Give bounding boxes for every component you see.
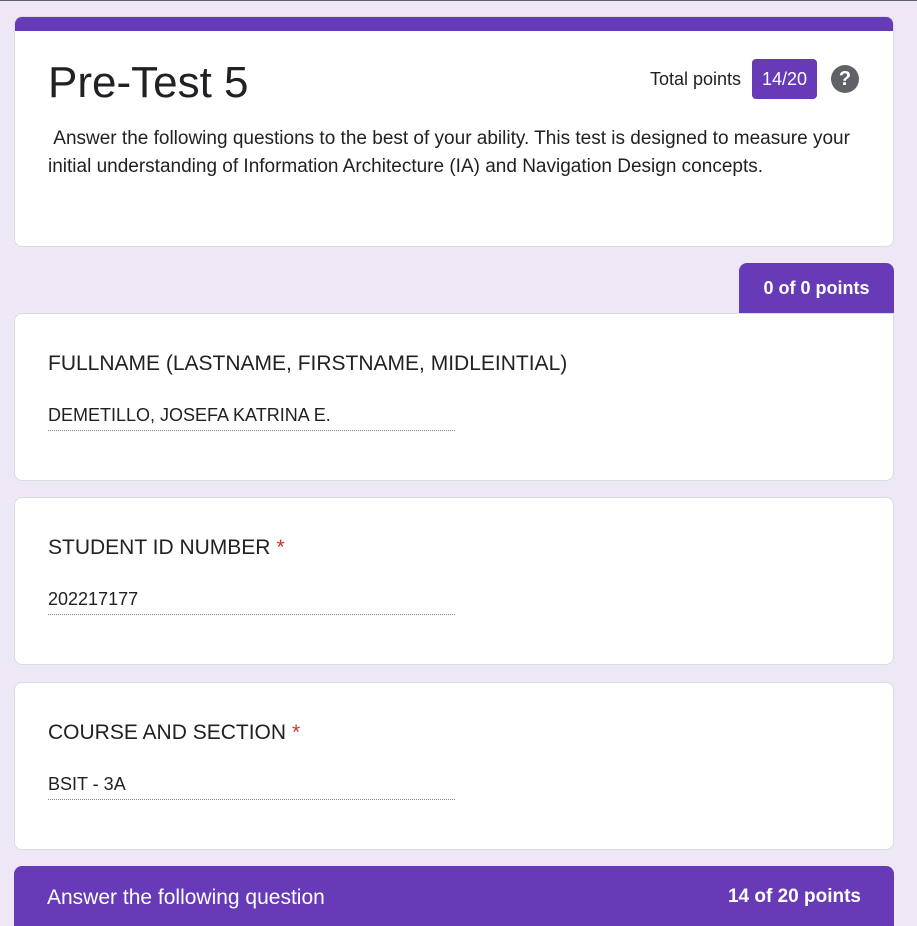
question-title: STUDENT ID NUMBER *	[48, 534, 285, 562]
question-title: FULLNAME (LASTNAME, FIRSTNAME, MIDLEINTI…	[48, 350, 567, 378]
section-title: Answer the following question	[47, 886, 325, 909]
section-points-tab: 0 of 0 points	[739, 263, 894, 313]
question-card-course-section: COURSE AND SECTION * BSIT - 3A	[14, 682, 894, 850]
total-points-label: Total points	[649, 68, 741, 89]
form-description: Answer the following questions to the be…	[48, 128, 856, 177]
question-title-text: COURSE AND SECTION	[48, 721, 287, 744]
total-points: Total points 14/20 ?	[650, 59, 859, 99]
answer-field-course-section: BSIT - 3A	[48, 773, 455, 800]
required-asterisk: *	[276, 536, 285, 559]
answer-field-student-id: 202217177	[48, 588, 455, 615]
top-border-line	[0, 0, 917, 1]
form-header-card: Pre-Test 5 Total points 14/20 ? Answer t…	[14, 16, 894, 247]
section-header-band: Answer the following question 14 of 20 p…	[14, 866, 894, 926]
header-accent-band	[15, 17, 893, 31]
total-points-badge: 14/20	[752, 59, 817, 99]
question-card-student-id: STUDENT ID NUMBER * 202217177	[14, 497, 894, 665]
help-icon[interactable]: ?	[831, 65, 859, 93]
section-points: 14 of 20 points	[727, 886, 861, 907]
form-title: Pre-Test 5	[48, 58, 249, 107]
answer-field-fullname: DEMETILLO, JOSEFA KATRINA E.	[48, 404, 455, 431]
required-asterisk: *	[292, 721, 301, 744]
question-card-fullname: FULLNAME (LASTNAME, FIRSTNAME, MIDLEINTI…	[14, 313, 894, 481]
question-title-text: STUDENT ID NUMBER	[48, 536, 271, 559]
question-title-text: FULLNAME (LASTNAME, FIRSTNAME, MIDLEINTI…	[48, 352, 568, 375]
question-title: COURSE AND SECTION *	[48, 719, 300, 747]
